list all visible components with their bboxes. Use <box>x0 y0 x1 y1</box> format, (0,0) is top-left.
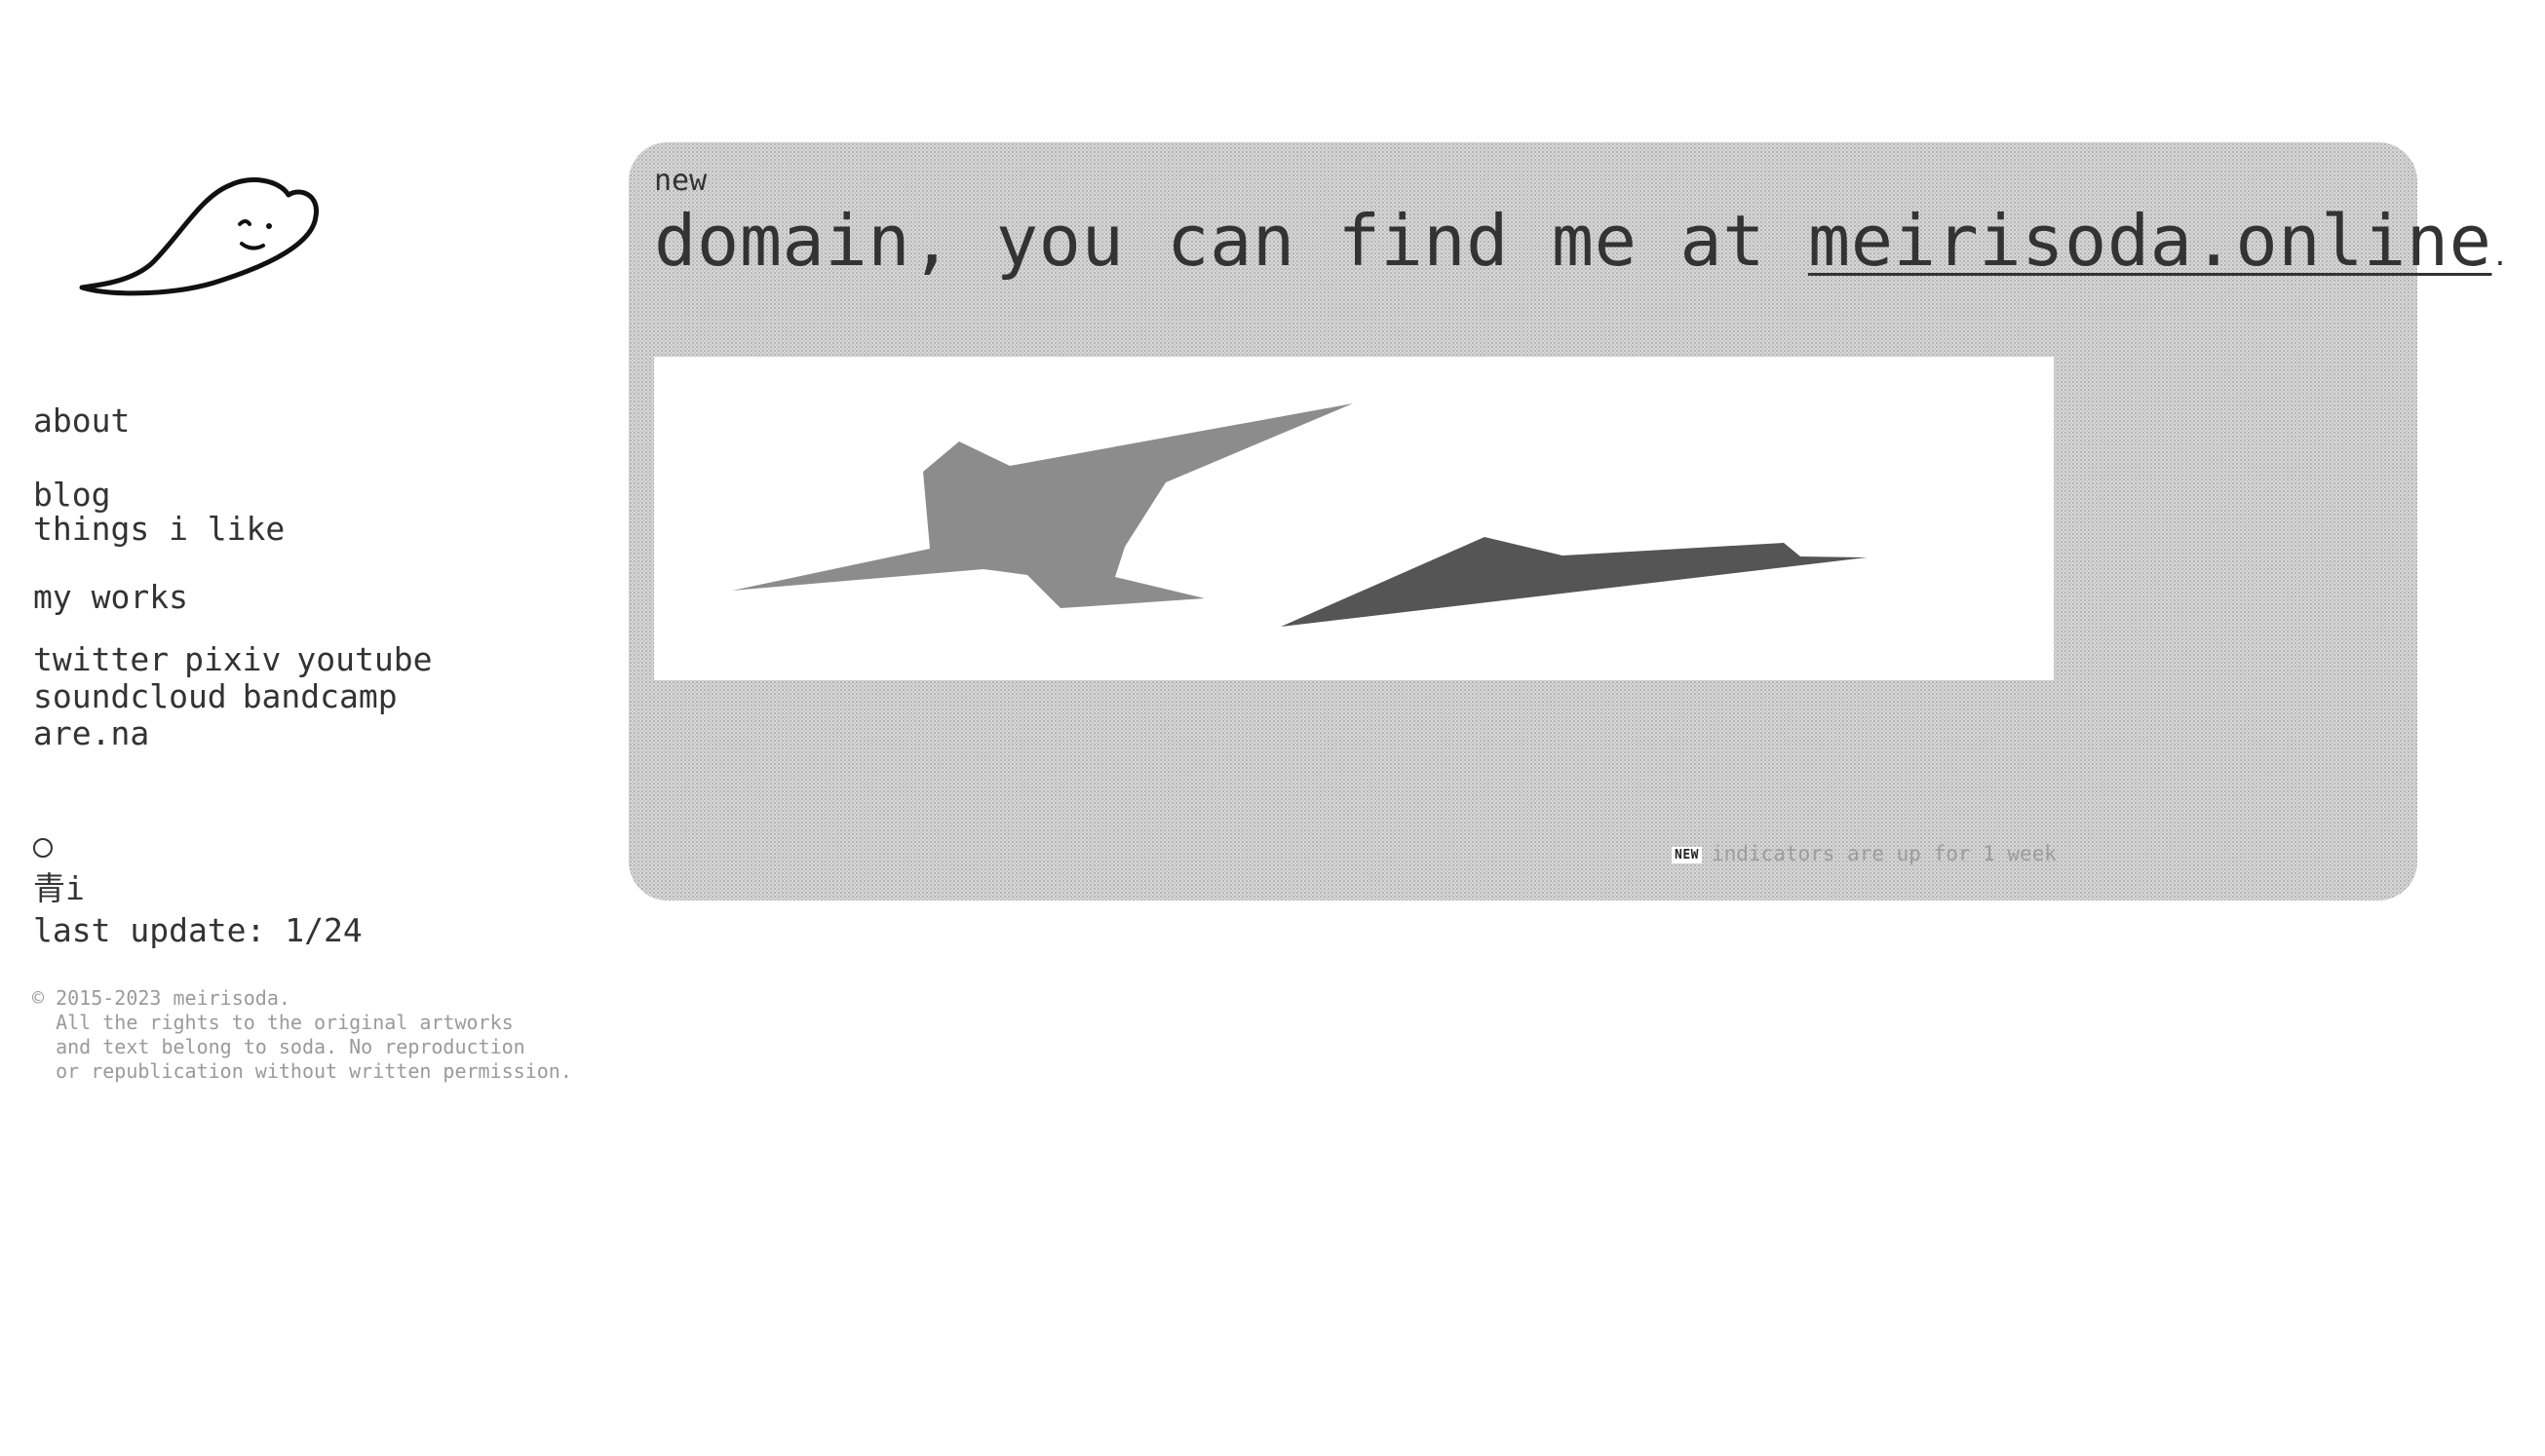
nav-about[interactable]: about <box>33 402 130 440</box>
artwork-image <box>654 357 2054 680</box>
copyright-notice: © 2015-2023 meirisoda. All the rights to… <box>32 986 572 1083</box>
new-badge: NEW <box>1672 846 1702 863</box>
nav-things-i-like[interactable]: things i like <box>33 511 285 548</box>
new-label: new <box>654 164 708 198</box>
headline: domain, you can find me at meirisoda.onl… <box>654 197 2509 300</box>
nav-blog[interactable]: blog <box>33 477 110 514</box>
headline-period: . <box>2491 240 2509 272</box>
last-update: last update: 1/24 <box>33 911 363 949</box>
indicator-text: indicators are up for 1 week <box>1711 842 2057 865</box>
social-links: twitter pixiv youtube soundcloud bandcamp a… <box>33 641 579 752</box>
headline-text: domain, you can find me at <box>654 200 1808 282</box>
social-twitter-link[interactable]: twitter <box>33 640 169 678</box>
domain-link[interactable]: meirisoda.online <box>1808 200 2492 282</box>
news-card: new domain, you can find me at meirisoda… <box>629 142 2508 900</box>
social-soundcloud-link[interactable]: soundcloud <box>33 677 227 715</box>
new-indicator-note: NEW indicators are up for 1 week <box>1672 842 2057 865</box>
dark-shape <box>1281 537 1868 627</box>
artwork-svg <box>732 403 1868 627</box>
social-youtube-link[interactable]: youtube <box>296 640 432 678</box>
ghost-logo-svg <box>79 177 319 296</box>
page: about blog things i like my works twitte… <box>0 0 2545 1456</box>
ghost-logo-icon[interactable] <box>74 175 328 312</box>
nav-works-link[interactable]: my works <box>33 578 188 616</box>
social-bandcamp-link[interactable]: bandcamp <box>243 677 398 715</box>
circle-icon <box>33 838 53 858</box>
nav-things-link[interactable]: things i like <box>33 510 285 548</box>
nav-my-works[interactable]: my works <box>33 579 188 616</box>
nav-about-link[interactable]: about <box>33 402 130 440</box>
social-pixiv-link[interactable]: pixiv <box>184 640 281 678</box>
light-shape <box>732 403 1353 608</box>
status-kanji: 青i <box>33 869 85 907</box>
nav-blog-link[interactable]: blog <box>33 476 110 514</box>
social-arena-link[interactable]: are.na <box>33 714 149 752</box>
